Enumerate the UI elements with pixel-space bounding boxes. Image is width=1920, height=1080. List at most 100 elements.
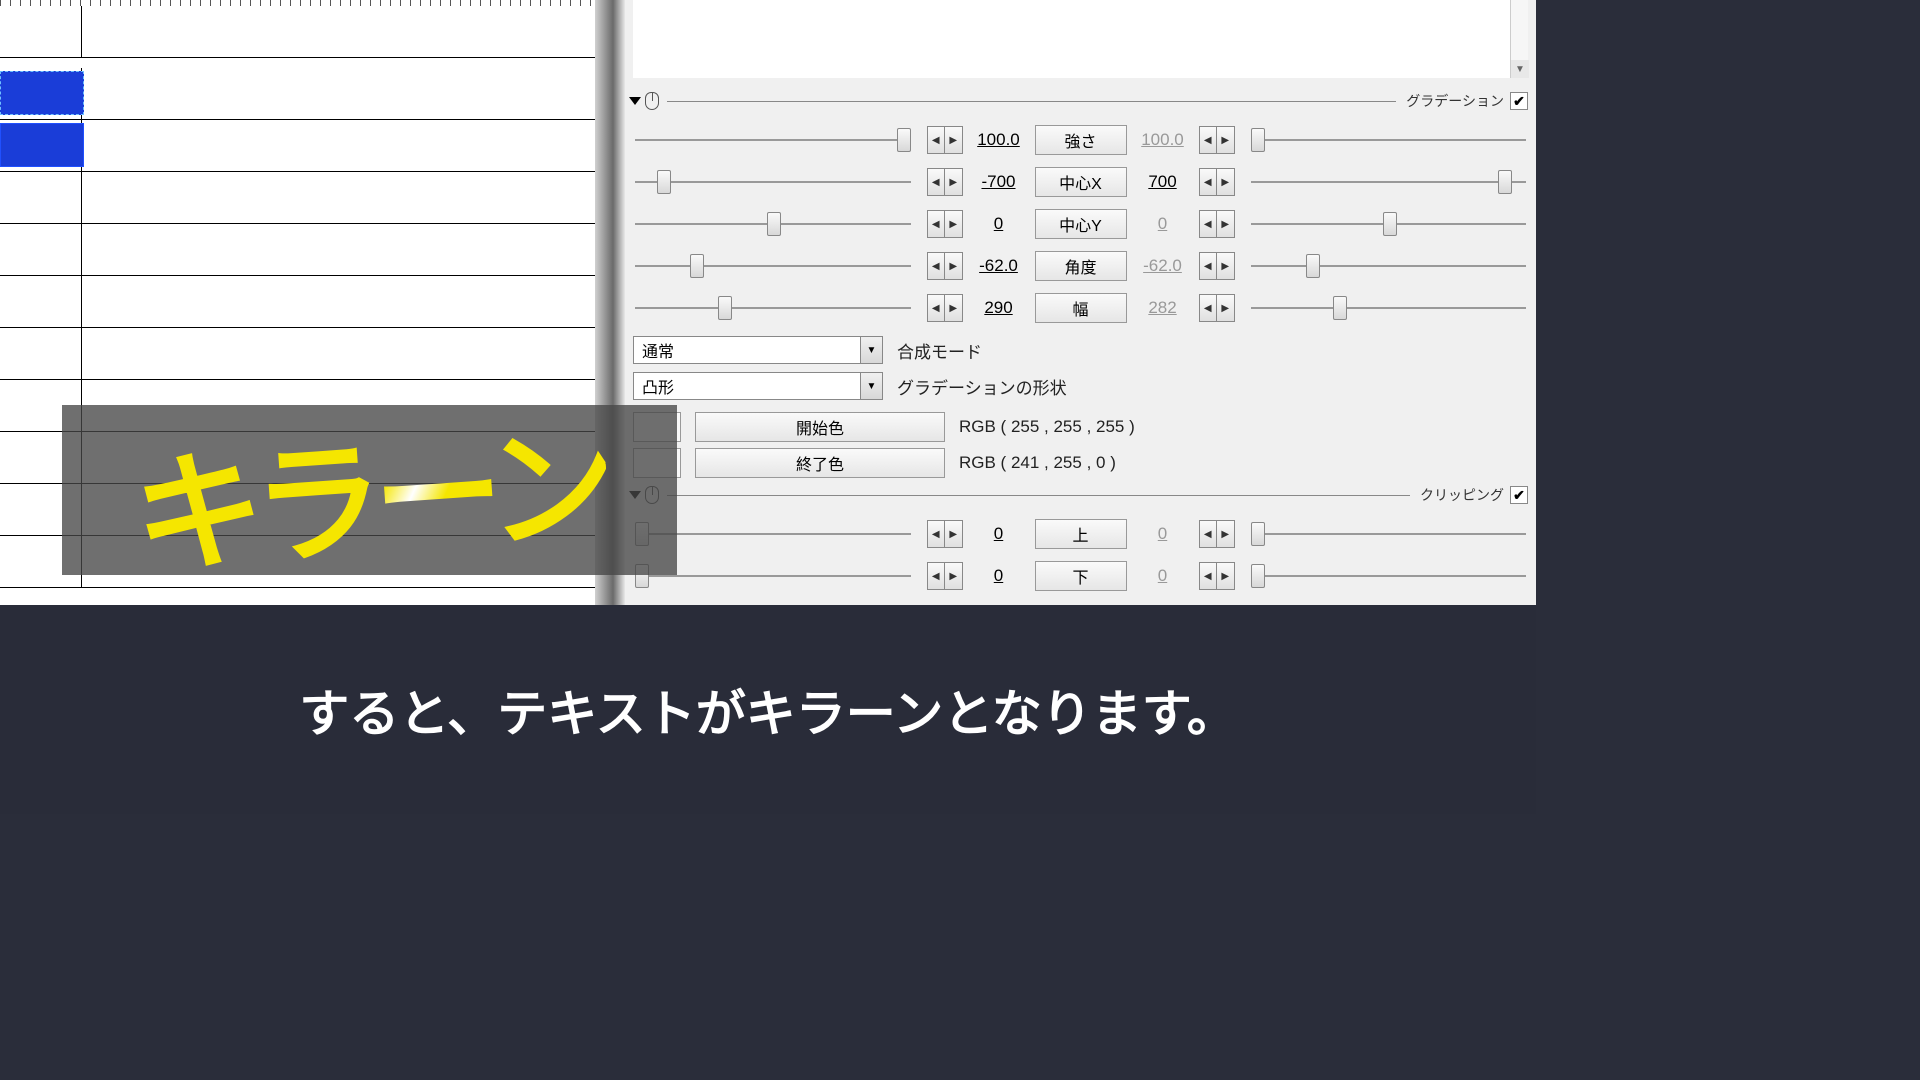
timeline-track[interactable] [0,328,595,380]
chevron-left-icon[interactable]: ◀ [928,295,946,321]
chevron-right-icon[interactable]: ▶ [1217,295,1234,321]
chevron-left-icon[interactable]: ◀ [1200,127,1218,153]
timeline-track[interactable] [0,224,595,276]
start-color-button[interactable]: 開始色 [695,412,945,442]
nudge-left[interactable]: ◀▶ [927,294,963,322]
param-value-right[interactable]: 100.0 [1133,130,1193,150]
chevron-right-icon[interactable]: ▶ [1217,521,1234,547]
start-color-value: RGB ( 255 , 255 , 255 ) [959,417,1135,437]
section-header-gradation[interactable]: グラデーション ✔ [625,90,1536,112]
param-name-button[interactable]: 下 [1035,561,1127,591]
slider-right[interactable] [1241,575,1537,577]
chevron-left-icon[interactable]: ◀ [1200,295,1218,321]
nudge-right[interactable]: ◀▶ [1199,168,1235,196]
timeline-track[interactable] [0,172,595,224]
chevron-left-icon[interactable]: ◀ [1200,253,1218,279]
gradation-checkbox[interactable]: ✔ [1510,92,1528,110]
chevron-right-icon[interactable]: ▶ [1217,169,1234,195]
chevron-right-icon[interactable]: ▶ [1217,127,1234,153]
nudge-left[interactable]: ◀▶ [927,168,963,196]
param-value-left[interactable]: 100.0 [969,130,1029,150]
param-value-right[interactable]: 282 [1133,298,1193,318]
timeline-clip[interactable] [0,123,84,167]
param-value-left[interactable]: -62.0 [969,256,1029,276]
nudge-right[interactable]: ◀▶ [1199,252,1235,280]
nudge-left[interactable]: ◀▶ [927,210,963,238]
slider-right[interactable] [1241,139,1537,141]
section-title: クリッピング [1420,485,1504,505]
timeline-clip-selected[interactable] [0,71,84,115]
chevron-left-icon[interactable]: ◀ [928,211,946,237]
timeline-track[interactable] [0,276,595,328]
param-value-left[interactable]: -700 [969,172,1029,192]
nudge-right[interactable]: ◀▶ [1199,520,1235,548]
param-value-left[interactable]: 0 [969,566,1029,586]
param-value-left[interactable]: 0 [969,214,1029,234]
slider-left[interactable] [625,139,921,141]
param-value-left[interactable]: 290 [969,298,1029,318]
param-value-right[interactable]: 0 [1133,214,1193,234]
section-header-clipping[interactable]: クリッピング ✔ [625,484,1536,506]
chevron-left-icon[interactable]: ◀ [928,521,946,547]
slider-left[interactable] [625,575,921,577]
scroll-down-icon[interactable]: ▼ [1511,60,1529,78]
param-name-button[interactable]: 強さ [1035,125,1127,155]
slider-left[interactable] [625,223,921,225]
clipping-checkbox[interactable]: ✔ [1510,486,1528,504]
chevron-down-icon[interactable]: ▼ [860,337,882,363]
chevron-right-icon[interactable]: ▶ [1217,211,1234,237]
chevron-right-icon[interactable]: ▶ [945,253,962,279]
chevron-right-icon[interactable]: ▶ [945,127,962,153]
param-value-right[interactable]: -62.0 [1133,256,1193,276]
timeline-track[interactable] [0,68,595,120]
nudge-left[interactable]: ◀▶ [927,562,963,590]
chevron-left-icon[interactable]: ◀ [928,563,946,589]
slider-left[interactable] [625,307,921,309]
param-name-button[interactable]: 幅 [1035,293,1127,323]
param-value-right[interactable]: 0 [1133,566,1193,586]
chevron-right-icon[interactable]: ▶ [945,521,962,547]
chevron-left-icon[interactable]: ◀ [1200,211,1218,237]
slider-right[interactable] [1241,265,1537,267]
chevron-right-icon[interactable]: ▶ [1217,563,1234,589]
chevron-left-icon[interactable]: ◀ [928,253,946,279]
shape-select[interactable]: 凸形 ▼ [633,372,883,400]
slider-right[interactable] [1241,307,1537,309]
param-name-button[interactable]: 角度 [1035,251,1127,281]
nudge-right[interactable]: ◀▶ [1199,562,1235,590]
chevron-right-icon[interactable]: ▶ [945,563,962,589]
param-name-button[interactable]: 上 [1035,519,1127,549]
param-value-right[interactable]: 0 [1133,524,1193,544]
blend-mode-select[interactable]: 通常 ▼ [633,336,883,364]
param-name-button[interactable]: 中心Y [1035,209,1127,239]
chevron-right-icon[interactable]: ▶ [945,295,962,321]
nudge-left[interactable]: ◀▶ [927,126,963,154]
param-value-right[interactable]: 700 [1133,172,1193,192]
chevron-right-icon[interactable]: ▶ [945,211,962,237]
chevron-left-icon[interactable]: ◀ [1200,169,1218,195]
nudge-left[interactable]: ◀▶ [927,520,963,548]
chevron-down-icon[interactable]: ▼ [860,373,882,399]
slider-left[interactable] [625,265,921,267]
nudge-left[interactable]: ◀▶ [927,252,963,280]
timeline-track[interactable] [0,120,595,172]
chevron-left-icon[interactable]: ◀ [928,169,946,195]
slider-right[interactable] [1241,223,1537,225]
slider-left[interactable] [625,181,921,183]
collapse-icon[interactable] [629,97,641,105]
chevron-left-icon[interactable]: ◀ [1200,521,1218,547]
chevron-right-icon[interactable]: ▶ [945,169,962,195]
timeline-track[interactable] [0,6,595,58]
nudge-right[interactable]: ◀▶ [1199,294,1235,322]
chevron-right-icon[interactable]: ▶ [1217,253,1234,279]
scrollbar-vertical[interactable]: ▼ [1510,0,1528,78]
chevron-left-icon[interactable]: ◀ [928,127,946,153]
slider-right[interactable] [1241,181,1537,183]
nudge-right[interactable]: ◀▶ [1199,126,1235,154]
param-value-left[interactable]: 0 [969,524,1029,544]
slider-right[interactable] [1241,533,1537,535]
param-name-button[interactable]: 中心X [1035,167,1127,197]
end-color-button[interactable]: 終了色 [695,448,945,478]
chevron-left-icon[interactable]: ◀ [1200,563,1218,589]
nudge-right[interactable]: ◀▶ [1199,210,1235,238]
